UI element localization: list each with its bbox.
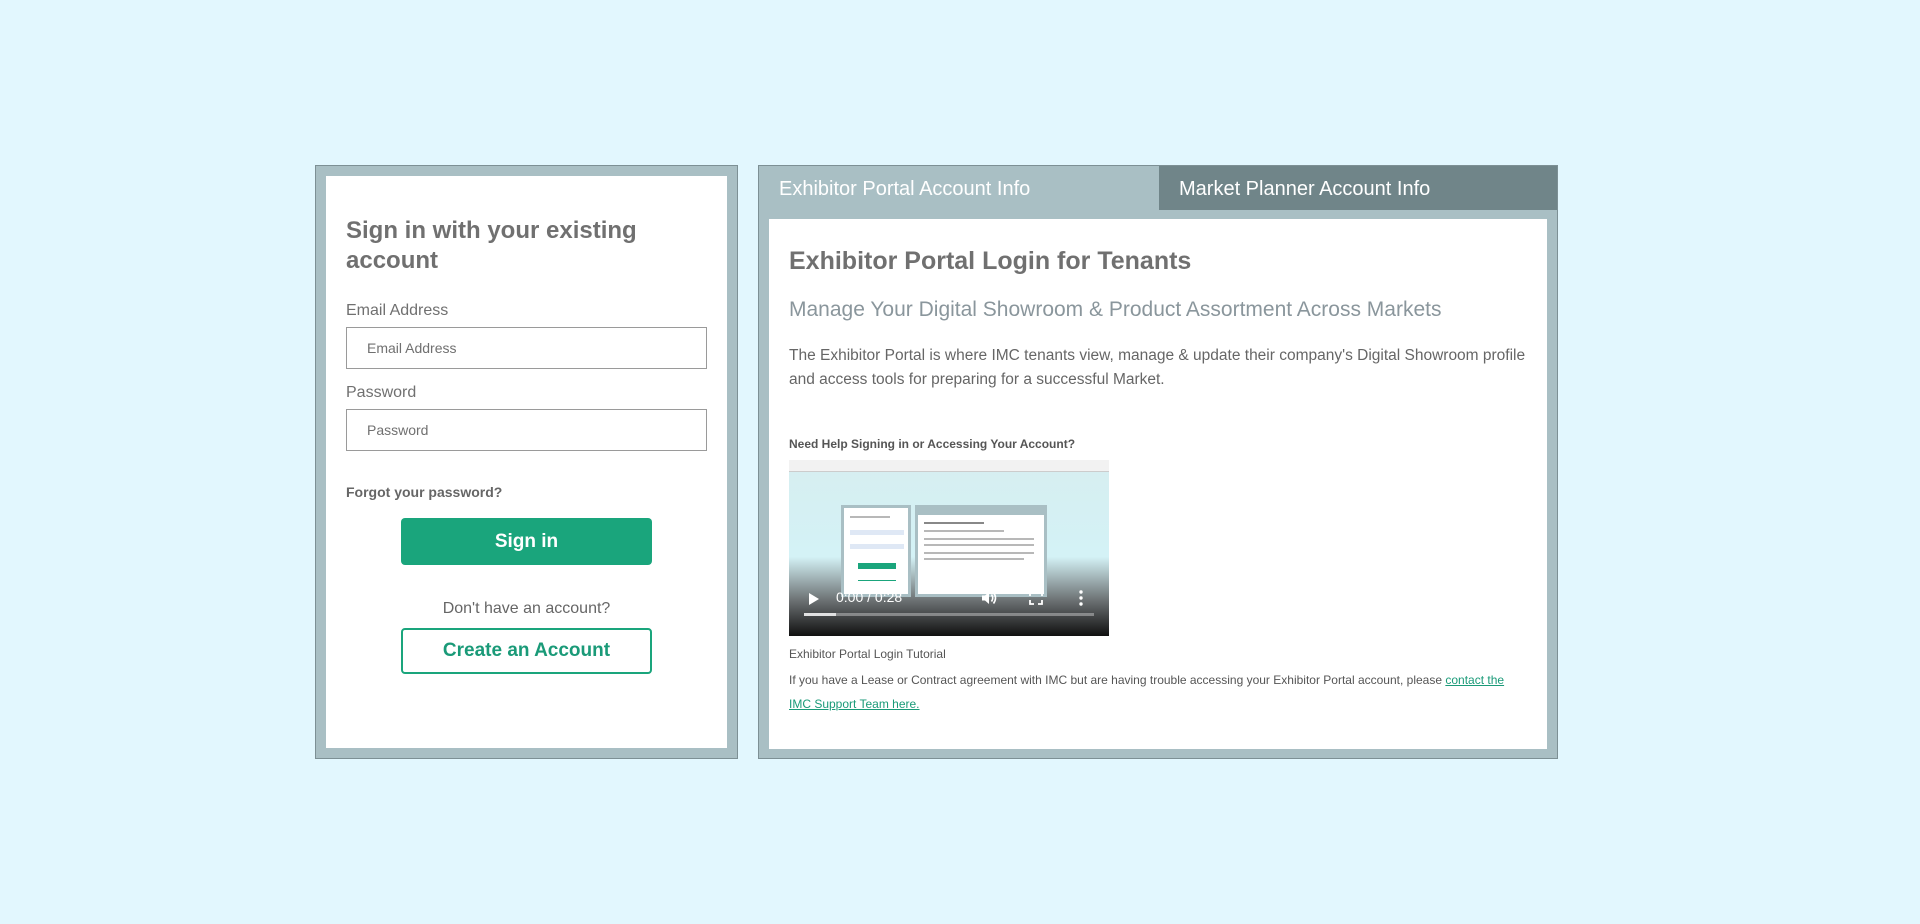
video-caption: Exhibitor Portal Login Tutorial (789, 647, 946, 661)
signin-button[interactable]: Sign in (401, 518, 652, 565)
signin-card: Sign in with your existing account Email… (326, 176, 727, 748)
tab-exhibitor-portal[interactable]: Exhibitor Portal Account Info (759, 166, 1159, 210)
more-vertical-icon[interactable] (1079, 590, 1083, 606)
info-description: The Exhibitor Portal is where IMC tenant… (789, 347, 1526, 388)
play-icon[interactable] (809, 593, 819, 605)
email-label: Email Address (346, 302, 449, 319)
volume-icon[interactable] (981, 590, 997, 606)
signin-title: Sign in with your existing account (346, 217, 637, 274)
video-thumbnail-browser-bar (789, 460, 1109, 472)
video-controls: 0:00 / 0:28 (789, 576, 1109, 636)
create-account-button[interactable]: Create an Account (401, 628, 652, 674)
tab-market-planner[interactable]: Market Planner Account Info (1159, 166, 1557, 210)
account-info-panel: Exhibitor Portal Account Info Market Pla… (758, 165, 1558, 759)
password-label: Password (346, 384, 417, 401)
video-time: 0:00 / 0:28 (836, 589, 903, 605)
video-progress-bar[interactable] (804, 613, 1094, 616)
signin-panel: Sign in with your existing account Email… (315, 165, 738, 759)
support-text: If you have a Lease or Contract agreemen… (789, 668, 1529, 716)
tutorial-video[interactable]: 0:00 / 0:28 (789, 460, 1109, 636)
help-heading: Need Help Signing in or Accessing Your A… (789, 437, 1076, 451)
support-text-body: If you have a Lease or Contract agreemen… (789, 673, 1446, 687)
forgot-password-link[interactable]: Forgot your password? (346, 484, 502, 500)
info-card: Exhibitor Portal Login for Tenants Manag… (769, 219, 1547, 749)
info-title: Exhibitor Portal Login for Tenants (789, 247, 1192, 275)
video-buffer-fill (804, 613, 836, 616)
no-account-text: Don't have an account? (442, 600, 611, 617)
password-field[interactable] (346, 409, 707, 451)
fullscreen-icon[interactable] (1029, 591, 1043, 605)
info-subtitle: Manage Your Digital Showroom & Product A… (789, 298, 1442, 321)
email-field[interactable] (346, 327, 707, 369)
